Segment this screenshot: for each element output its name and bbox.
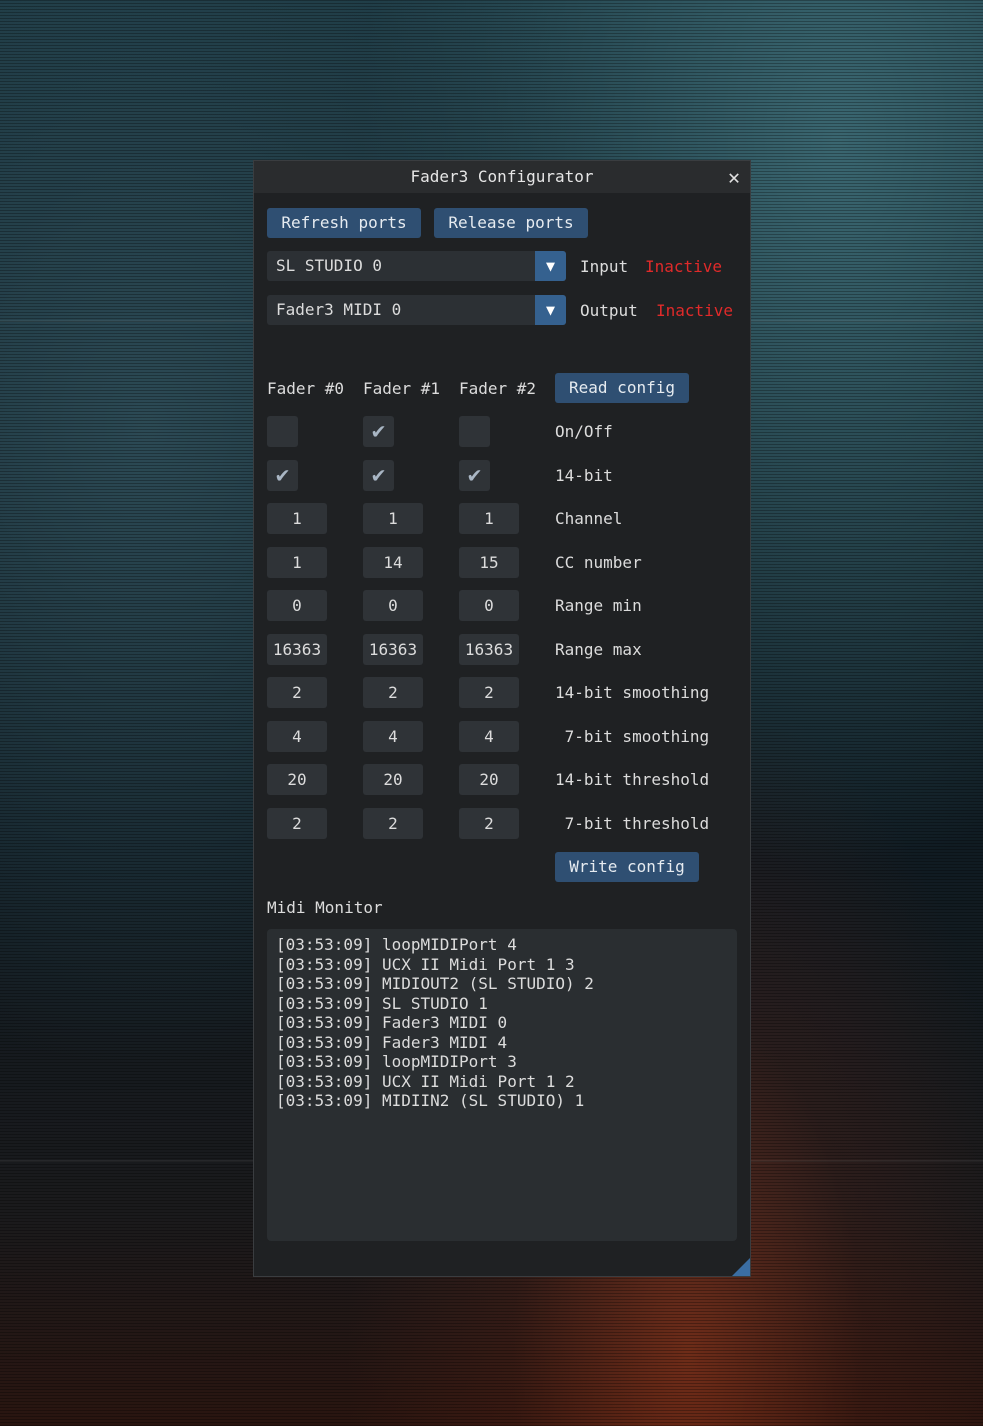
channel-field-2[interactable]: 1 [459,503,519,534]
channel-label: Channel [555,509,623,528]
cc-number-field-2[interactable]: 15 [459,547,519,578]
log-line: [03:53:09] UCX II Midi Port 1 2 [276,1071,575,1091]
chevron-down-icon[interactable]: ▼ [535,251,566,281]
7bit-smoothing-label: 7-bit smoothing [555,727,710,746]
log-line: [03:53:09] MIDIIN2 (SL STUDIO) 1 [276,1091,585,1110]
cc-number-field-1[interactable]: 14 [363,547,423,578]
release-ports-button[interactable]: Release ports [434,208,588,238]
channel-field-1[interactable]: 1 [363,503,423,534]
fader-2-header: Fader #2 [459,379,537,398]
7bit-threshold-field-0[interactable]: 2 [267,808,327,839]
fader-1-header: Fader #1 [363,379,441,398]
log-line: [03:53:09] loopMIDIPort 3 [276,1052,517,1071]
14bit-smoothing-label: 14-bit smoothing [555,683,710,702]
log-line: [03:53:09] UCX II Midi Port 1 3 [276,954,575,974]
14bit-smoothing-field-1[interactable]: 2 [363,677,423,708]
14bit-threshold-field-0[interactable]: 20 [267,764,327,795]
input-label: Input [580,257,629,276]
fader-1-14bit-checkbox[interactable]: ✔ [363,460,394,491]
14bit-threshold-label: 14-bit threshold [555,770,710,789]
range-min-field-2[interactable]: 0 [459,590,519,621]
fader-2-14bit-checkbox[interactable]: ✔ [459,460,490,491]
cc-number-field-0[interactable]: 1 [267,547,327,578]
range-min-field-1[interactable]: 0 [363,590,423,621]
title-bar[interactable]: Fader3 Configurator ✕ [254,161,750,193]
output-status: Inactive [656,301,734,320]
log-line: [03:53:09] MIDIOUT2 (SL STUDIO) 2 [276,974,594,993]
fader-0-14bit-checkbox[interactable]: ✔ [267,460,298,491]
log-line: [03:53:09] SL STUDIO 1 [276,993,488,1013]
midi-monitor-title: Midi Monitor [267,898,383,917]
range-max-field-2[interactable]: 16363 [459,634,519,665]
log-line: [03:53:09] loopMIDIPort 4 [276,935,517,954]
14bit-label: 14-bit [555,466,613,485]
write-config-button[interactable]: Write config [555,852,699,882]
log-line: [03:53:09] Fader3 MIDI 4 [276,1032,508,1052]
7bit-smoothing-field-1[interactable]: 4 [363,721,423,752]
read-config-button[interactable]: Read config [555,373,689,403]
7bit-threshold-label: 7-bit threshold [555,814,710,833]
window-title: Fader3 Configurator [410,167,594,186]
range-min-field-0[interactable]: 0 [267,590,327,621]
fader-2-onoff-checkbox[interactable] [459,416,490,447]
14bit-smoothing-field-2[interactable]: 2 [459,677,519,708]
close-icon[interactable]: ✕ [728,161,740,193]
resize-grip-icon[interactable] [732,1258,750,1276]
log-line: [03:53:09] Fader3 MIDI 0 [276,1013,508,1032]
range-max-field-1[interactable]: 16363 [363,634,423,665]
7bit-smoothing-field-2[interactable]: 4 [459,721,519,752]
range-min-label: Range min [555,596,642,615]
refresh-ports-button[interactable]: Refresh ports [267,208,421,238]
chevron-down-icon[interactable]: ▼ [535,295,566,325]
configurator-window: Fader3 Configurator ✕ Refresh ports Rele… [253,160,751,1277]
output-port-combo[interactable]: Fader3 MIDI 0 ▼ [267,295,566,325]
14bit-smoothing-field-0[interactable]: 2 [267,677,327,708]
cc-number-label: CC number [555,553,642,572]
onoff-label: On/Off [555,422,613,441]
input-port-value: SL STUDIO 0 [276,256,382,275]
output-label: Output [580,301,638,320]
7bit-smoothing-field-0[interactable]: 4 [267,721,327,752]
fader-0-header: Fader #0 [267,379,345,398]
7bit-threshold-field-1[interactable]: 2 [363,808,423,839]
fader-1-onoff-checkbox[interactable]: ✔ [363,416,394,447]
14bit-threshold-field-2[interactable]: 20 [459,764,519,795]
range-max-field-0[interactable]: 16363 [267,634,327,665]
14bit-threshold-field-1[interactable]: 20 [363,764,423,795]
input-status: Inactive [645,257,723,276]
fader-0-onoff-checkbox[interactable] [267,416,298,447]
midi-monitor-log[interactable]: [03:53:09] loopMIDIPort 4 [03:53:09] UCX… [267,929,737,1241]
output-port-value: Fader3 MIDI 0 [276,300,402,319]
channel-field-0[interactable]: 1 [267,503,327,534]
input-port-combo[interactable]: SL STUDIO 0 ▼ [267,251,566,281]
7bit-threshold-field-2[interactable]: 2 [459,808,519,839]
range-max-label: Range max [555,640,642,659]
